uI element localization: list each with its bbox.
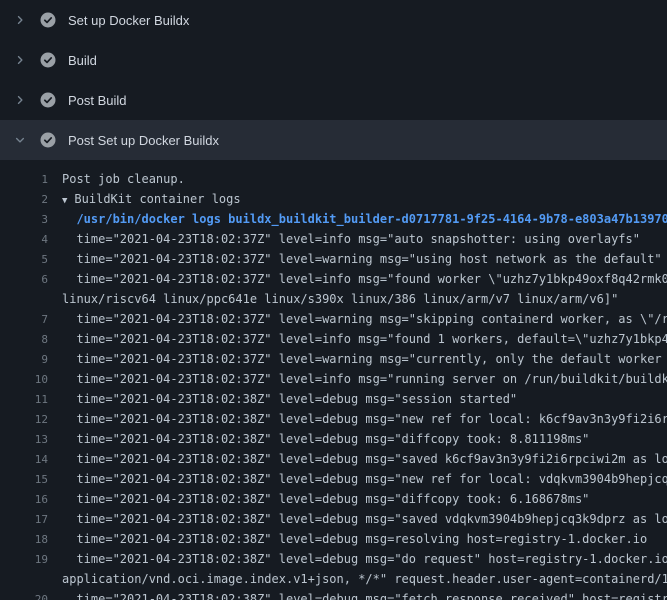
log-text: time="2021-04-23T18:02:38Z" level=debug …	[62, 389, 517, 409]
log-line: 8 time="2021-04-23T18:02:37Z" level=info…	[0, 329, 667, 349]
log-text: time="2021-04-23T18:02:38Z" level=debug …	[62, 429, 589, 449]
success-check-icon	[40, 92, 56, 108]
step-label: Post Build	[68, 93, 127, 108]
line-number[interactable]: 17	[0, 510, 48, 529]
log-text: time="2021-04-23T18:02:38Z" level=debug …	[62, 469, 667, 489]
log-line: 15 time="2021-04-23T18:02:38Z" level=deb…	[0, 469, 667, 489]
step-row-build[interactable]: Build	[0, 40, 667, 80]
log-line: 5 time="2021-04-23T18:02:37Z" level=warn…	[0, 249, 667, 269]
line-number[interactable]: 7	[0, 310, 48, 329]
log-text: time="2021-04-23T18:02:37Z" level=warnin…	[62, 309, 667, 329]
step-row-set-up-docker-buildx[interactable]: Set up Docker Buildx	[0, 0, 667, 40]
log-group-title[interactable]: BuildKit container logs	[74, 189, 240, 209]
line-number[interactable]: 5	[0, 250, 48, 269]
group-collapse-icon[interactable]: ▼	[62, 191, 67, 209]
line-number[interactable]: 18	[0, 530, 48, 549]
line-number[interactable]: 10	[0, 370, 48, 389]
line-number[interactable]: 1	[0, 170, 48, 189]
log-line-continuation: application/vnd.oci.image.index.v1+json,…	[0, 569, 667, 589]
log-text: time="2021-04-23T18:02:37Z" level=info m…	[62, 329, 667, 349]
log-line: 4 time="2021-04-23T18:02:37Z" level=info…	[0, 229, 667, 249]
chevron-right-icon[interactable]	[12, 52, 28, 68]
log-line: 1 Post job cleanup.	[0, 169, 667, 189]
line-number[interactable]: 19	[0, 550, 48, 569]
line-number[interactable]: 12	[0, 410, 48, 429]
log-line: 20 time="2021-04-23T18:02:38Z" level=deb…	[0, 589, 667, 600]
line-number[interactable]: 8	[0, 330, 48, 349]
chevron-right-icon[interactable]	[12, 12, 28, 28]
log-text: time="2021-04-23T18:02:37Z" level=info m…	[62, 269, 667, 289]
step-list: Set up Docker Buildx Build Post Build Post …	[0, 0, 667, 160]
log-line-continuation: linux/riscv64 linux/ppc641e linux/s390x …	[0, 289, 667, 309]
log-text: time="2021-04-23T18:02:38Z" level=debug …	[62, 449, 667, 469]
step-row-post-build[interactable]: Post Build	[0, 80, 667, 120]
log-line: 19 time="2021-04-23T18:02:38Z" level=deb…	[0, 549, 667, 569]
line-number[interactable]: 2	[0, 190, 48, 209]
line-number[interactable]: 14	[0, 450, 48, 469]
log-text: time="2021-04-23T18:02:38Z" level=debug …	[62, 589, 667, 600]
line-number[interactable]: 13	[0, 430, 48, 449]
line-number[interactable]: 6	[0, 270, 48, 289]
log-text: time="2021-04-23T18:02:37Z" level=info m…	[62, 369, 667, 389]
log-line: 11 time="2021-04-23T18:02:38Z" level=deb…	[0, 389, 667, 409]
log-line: 9 time="2021-04-23T18:02:37Z" level=warn…	[0, 349, 667, 369]
line-number[interactable]: 16	[0, 490, 48, 509]
log-text: time="2021-04-23T18:02:38Z" level=debug …	[62, 549, 667, 569]
step-row-post-set-up-docker-buildx[interactable]: Post Set up Docker Buildx	[0, 120, 667, 160]
log-line: 10 time="2021-04-23T18:02:37Z" level=inf…	[0, 369, 667, 389]
step-label: Post Set up Docker Buildx	[68, 133, 219, 148]
log-text: time="2021-04-23T18:02:37Z" level=warnin…	[62, 349, 667, 369]
log-text: linux/riscv64 linux/ppc641e linux/s390x …	[62, 289, 618, 309]
log-line: 14 time="2021-04-23T18:02:38Z" level=deb…	[0, 449, 667, 469]
log-line: 13 time="2021-04-23T18:02:38Z" level=deb…	[0, 429, 667, 449]
line-number[interactable]: 3	[0, 210, 48, 229]
log-text: application/vnd.oci.image.index.v1+json,…	[62, 569, 667, 589]
log-line: 17 time="2021-04-23T18:02:38Z" level=deb…	[0, 509, 667, 529]
line-number[interactable]: 11	[0, 390, 48, 409]
log-text: time="2021-04-23T18:02:38Z" level=debug …	[62, 489, 589, 509]
log-text: time="2021-04-23T18:02:37Z" level=warnin…	[62, 249, 662, 269]
log-text: time="2021-04-23T18:02:38Z" level=debug …	[62, 409, 667, 429]
line-number[interactable]: 20	[0, 590, 48, 600]
log-line: 18 time="2021-04-23T18:02:38Z" level=deb…	[0, 529, 667, 549]
step-label: Set up Docker Buildx	[68, 13, 189, 28]
log-line: 6 time="2021-04-23T18:02:37Z" level=info…	[0, 269, 667, 289]
log-lines-container: 1 Post job cleanup. 2 ▼ BuildKit container l…	[0, 160, 667, 600]
line-number[interactable]: 15	[0, 470, 48, 489]
chevron-right-icon[interactable]	[12, 92, 28, 108]
success-check-icon	[40, 52, 56, 68]
log-text: time="2021-04-23T18:02:38Z" level=debug …	[62, 509, 667, 529]
log-line: 16 time="2021-04-23T18:02:38Z" level=deb…	[0, 489, 667, 509]
line-number[interactable]: 4	[0, 230, 48, 249]
log-text: Post job cleanup.	[62, 169, 185, 189]
log-command-text: /usr/bin/docker logs buildx_buildkit_bui…	[62, 209, 667, 229]
log-line: 3 /usr/bin/docker logs buildx_buildkit_b…	[0, 209, 667, 229]
log-line: 2 ▼ BuildKit container logs	[0, 189, 667, 209]
log-line: 12 time="2021-04-23T18:02:38Z" level=deb…	[0, 409, 667, 429]
log-text: time="2021-04-23T18:02:38Z" level=debug …	[62, 529, 647, 549]
step-label: Build	[68, 53, 97, 68]
success-check-icon	[40, 12, 56, 28]
line-number[interactable]: 9	[0, 350, 48, 369]
log-line: 7 time="2021-04-23T18:02:37Z" level=warn…	[0, 309, 667, 329]
success-check-icon	[40, 132, 56, 148]
log-text: time="2021-04-23T18:02:37Z" level=info m…	[62, 229, 640, 249]
chevron-down-icon[interactable]	[12, 132, 28, 148]
job-log-viewer: Set up Docker Buildx Build Post Build Post …	[0, 0, 667, 600]
